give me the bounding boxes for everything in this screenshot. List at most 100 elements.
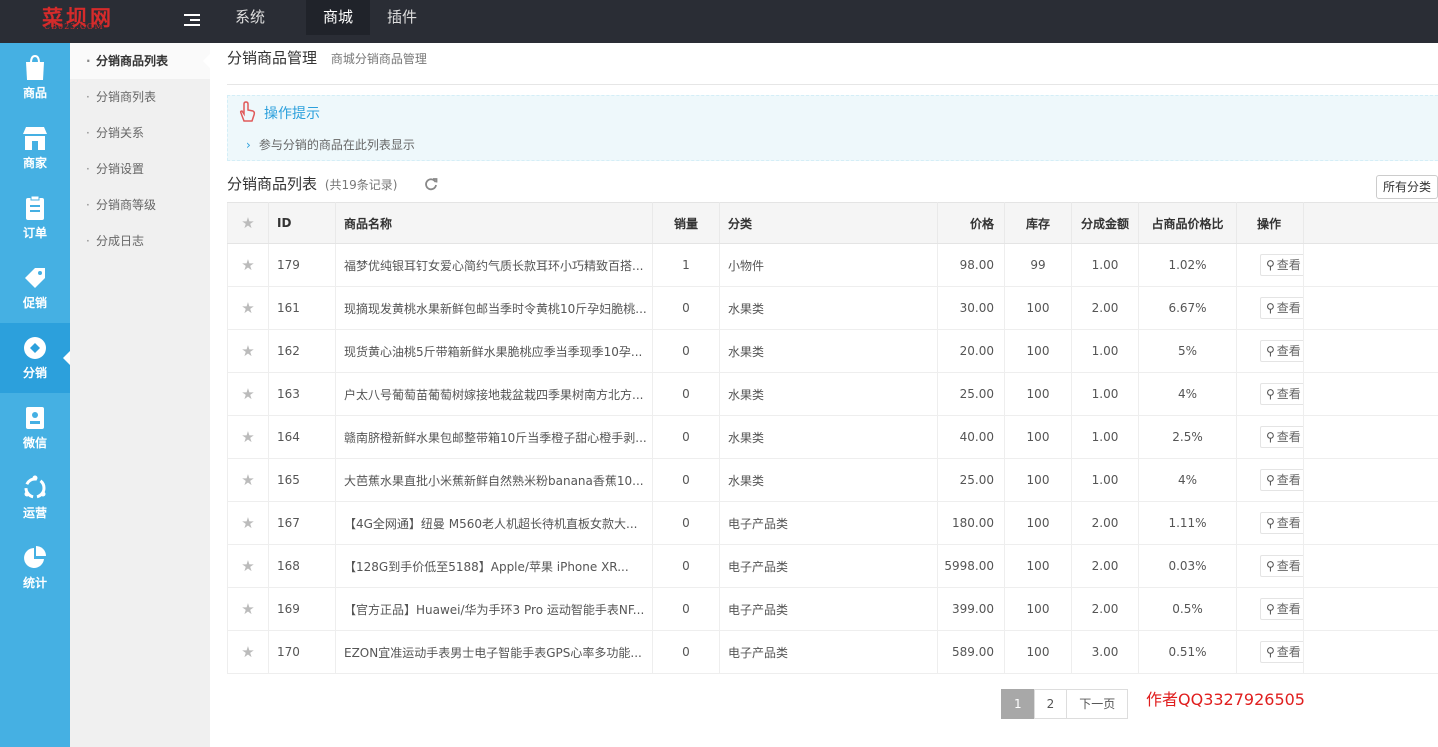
cell-stock: 100	[1004, 372, 1072, 416]
view-label: 查看	[1276, 602, 1301, 616]
sidebar-item-orders[interactable]: 订单	[0, 183, 70, 253]
table-body: ★ 179 福梦优纯银耳钉女爱心简约气质长款耳环小巧精致百搭... 1 小物件 98.00…	[227, 243, 1438, 674]
view-button[interactable]: ⚲ 查看	[1260, 555, 1303, 577]
sidebar-item-wechat[interactable]: 微信	[0, 393, 70, 463]
subnav-log[interactable]: 分成日志	[70, 223, 210, 259]
star-toggle[interactable]: ★	[227, 458, 269, 502]
sidebar-item-promotion[interactable]: 促销	[0, 253, 70, 323]
cell-extra	[1303, 501, 1438, 545]
cell-ratio: 4%	[1138, 372, 1237, 416]
sidebar-item-goods[interactable]: 商品	[0, 43, 70, 113]
view-button[interactable]: ⚲ 查看	[1260, 340, 1303, 362]
cell-price: 98.00	[937, 243, 1005, 287]
col-id: ID	[268, 202, 336, 244]
star-toggle[interactable]: ★	[227, 329, 269, 373]
table-row: ★ 165 大芭蕉水果直批小米蕉新鲜自然熟米粉banana香蕉10... 0 水果类 25…	[227, 458, 1438, 502]
view-button[interactable]: ⚲ 查看	[1260, 383, 1303, 405]
cell-price: 40.00	[937, 415, 1005, 459]
star-toggle[interactable]: ★	[227, 243, 269, 287]
cell-name: EZON宜准运动手表男士电子智能手表GPS心率多功能...	[335, 630, 653, 674]
star-toggle[interactable]: ★	[227, 286, 269, 330]
cell-price: 25.00	[937, 372, 1005, 416]
view-button[interactable]: ⚲ 查看	[1260, 512, 1303, 534]
topnav-plugin[interactable]: 插件	[370, 0, 434, 35]
view-label: 查看	[1276, 387, 1301, 401]
star-toggle[interactable]: ★	[227, 372, 269, 416]
view-label: 查看	[1276, 258, 1301, 272]
cell-id: 165	[268, 458, 336, 502]
star-toggle[interactable]: ★	[227, 501, 269, 545]
star-icon: ★	[241, 342, 255, 360]
topnav-system[interactable]: 系统	[218, 0, 282, 35]
search-icon: ⚲	[1266, 473, 1275, 487]
view-button[interactable]: ⚲ 查看	[1260, 297, 1303, 319]
sidebar-label: 促销	[22, 296, 47, 310]
star-toggle[interactable]: ★	[227, 544, 269, 588]
cell-name: 赣南脐橙新鲜水果包邮整带箱10斤当季橙子甜心橙手剥...	[335, 415, 653, 459]
cell-ratio: 0.51%	[1138, 630, 1237, 674]
subnav-goods-list[interactable]: 分销商品列表	[70, 43, 210, 79]
view-button[interactable]: ⚲ 查看	[1260, 254, 1303, 276]
view-label: 查看	[1276, 344, 1301, 358]
cell-name: 大芭蕉水果直批小米蕉新鲜自然熟米粉banana香蕉10...	[335, 458, 653, 502]
logo-subtext: CB023.COM	[44, 22, 104, 31]
sidebar-item-stats[interactable]: 统计	[0, 533, 70, 603]
category-filter-select[interactable]: 所有分类	[1375, 175, 1438, 199]
star-toggle[interactable]: ★	[227, 587, 269, 631]
active-arrow	[63, 351, 70, 365]
star-toggle[interactable]: ★	[227, 415, 269, 459]
refresh-icon[interactable]	[424, 177, 438, 191]
view-button[interactable]: ⚲ 查看	[1260, 598, 1303, 620]
sidebar-item-operation[interactable]: 运营	[0, 463, 70, 533]
view-label: 查看	[1276, 559, 1301, 573]
page-1-button[interactable]: 1	[1001, 689, 1035, 719]
cell-id: 164	[268, 415, 336, 459]
sidebar-item-merchant[interactable]: 商家	[0, 113, 70, 183]
star-icon: ★	[241, 299, 255, 317]
cell-stock: 100	[1004, 630, 1072, 674]
view-label: 查看	[1276, 473, 1301, 487]
view-button[interactable]: ⚲ 查看	[1260, 426, 1303, 448]
tips-title: 操作提示	[264, 106, 320, 122]
table-row: ★ 161 现摘现发黄桃水果新鲜包邮当季时令黄桃10斤孕妇脆桃... 0 水果类 30.0…	[227, 286, 1438, 330]
cell-extra	[1303, 544, 1438, 588]
tips-line: 参与分销的商品在此列表显示	[246, 136, 415, 153]
logo[interactable]: 菜坝网 CB023.COM	[40, 2, 150, 32]
record-count: (共19条记录)	[324, 178, 398, 192]
view-button[interactable]: ⚲ 查看	[1260, 641, 1303, 663]
star-icon: ★	[241, 471, 255, 489]
next-page-button[interactable]: 下一页	[1066, 689, 1129, 719]
cell-commission: 2.00	[1071, 587, 1139, 631]
view-button[interactable]: ⚲ 查看	[1260, 469, 1303, 491]
main-content: 分销商品管理 商城分销商品管理 操作提示 参与分销的商品在此列表显示 分销商品列…	[210, 43, 1438, 747]
cell-name: 【官方正品】Huawei/华为手环3 Pro 运动智能手表NF...	[335, 587, 653, 631]
cell-id: 170	[268, 630, 336, 674]
sidebar-item-distribution[interactable]: 分销	[0, 323, 70, 393]
cell-sales: 0	[652, 501, 720, 545]
star-header[interactable]: ★	[227, 202, 269, 244]
subnav-settings[interactable]: 分销设置	[70, 151, 210, 187]
table-row: ★ 164 赣南脐橙新鲜水果包邮整带箱10斤当季橙子甜心橙手剥... 0 水果类 40.0…	[227, 415, 1438, 459]
cell-actions: ⚲查看🗑删除	[1236, 458, 1304, 502]
star-toggle[interactable]: ★	[227, 630, 269, 674]
cell-actions: ⚲查看🗑删除	[1236, 501, 1304, 545]
view-label: 查看	[1276, 430, 1301, 444]
cell-stock: 100	[1004, 544, 1072, 588]
cell-actions: ⚲查看🗑删除	[1236, 329, 1304, 373]
subnav-distributor-list[interactable]: 分销商列表	[70, 79, 210, 115]
search-icon: ⚲	[1266, 387, 1275, 401]
cell-id: 167	[268, 501, 336, 545]
topnav-mall[interactable]: 商城	[306, 0, 371, 35]
search-icon: ⚲	[1266, 559, 1275, 573]
star-icon: ★	[241, 214, 255, 232]
cell-extra	[1303, 329, 1438, 373]
subnav-relation[interactable]: 分销关系	[70, 115, 210, 151]
page-2-button[interactable]: 2	[1033, 689, 1068, 719]
search-icon: ⚲	[1266, 516, 1275, 530]
menu-toggle-icon[interactable]	[184, 14, 200, 28]
cell-sales: 0	[652, 329, 720, 373]
page-title: 分销商品管理	[227, 49, 318, 67]
subnav-level[interactable]: 分销商等级	[70, 187, 210, 223]
search-icon: ⚲	[1266, 602, 1275, 616]
sidebar-label: 商家	[22, 156, 47, 170]
